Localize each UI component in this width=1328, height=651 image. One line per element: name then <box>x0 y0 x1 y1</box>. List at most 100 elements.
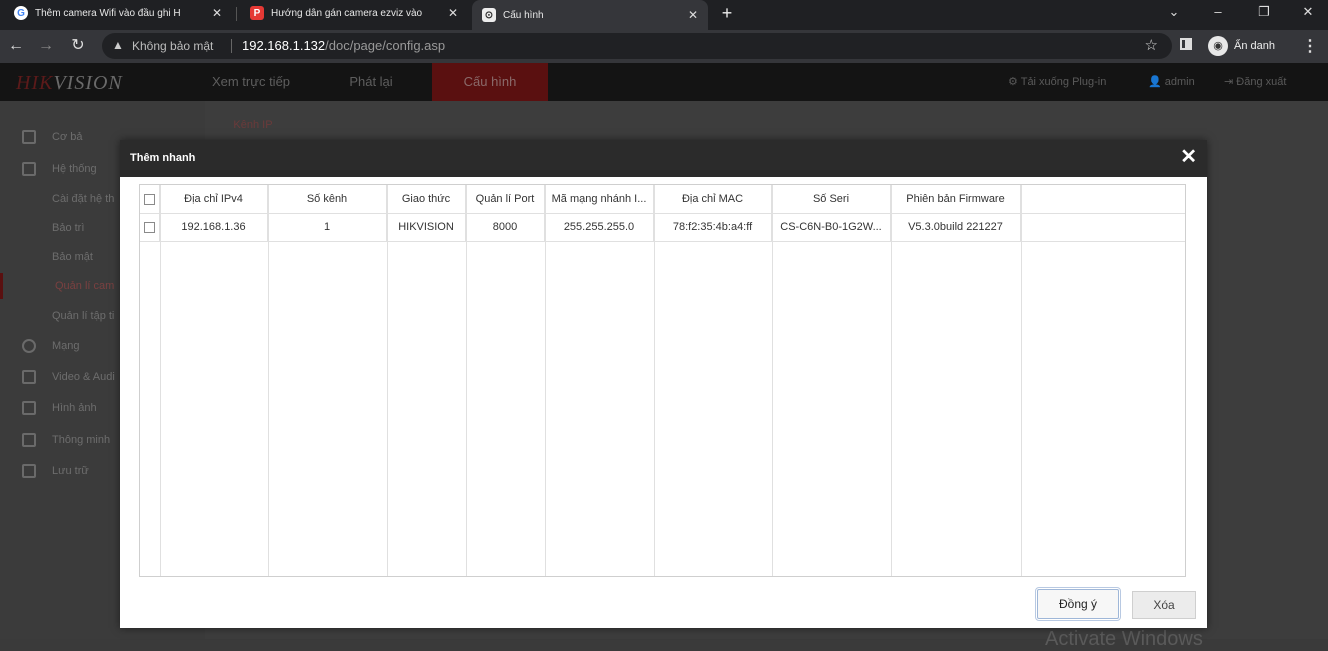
tab-title: Thêm camera Wifi vào đầu ghi H <box>35 7 181 19</box>
cell-empty <box>1021 213 1185 241</box>
column-header[interactable]: Số kênh <box>268 185 387 213</box>
cell-port: 8000 <box>466 213 545 241</box>
sidebar-label: Bảo mật <box>52 251 93 263</box>
cell-subnet-mask: 255.255.255.0 <box>545 213 654 241</box>
hikvision-logo: HIKVISION <box>16 72 123 95</box>
cell-mac: 78:f2:35:4b:a4:ff <box>654 213 772 241</box>
nav-live-view[interactable]: Xem trực tiếp <box>196 63 306 101</box>
forward-arrow-icon[interactable]: → <box>36 36 56 56</box>
tab-title: Cấu hình <box>503 9 544 21</box>
logo-suffix: VISION <box>53 72 123 94</box>
cell-firmware: V5.3.0build 221227 <box>891 213 1021 241</box>
browser-tab-bar: G Thêm camera Wifi vào đầu ghi H ✕ P Hướ… <box>0 0 1328 30</box>
address-bar[interactable]: ▲ Không bảo mật 192.168.1.132/doc/page/c… <box>102 33 1172 59</box>
plugin-icon: ⚙ <box>1008 76 1021 88</box>
activation-watermark: Activate Windows <box>1045 628 1203 650</box>
browser-tab-2[interactable]: P Hướng dẫn gán camera ezviz vào ✕ <box>240 0 468 26</box>
image-icon <box>22 401 36 415</box>
column-header[interactable]: Địa chỉ IPv4 <box>160 185 268 213</box>
restore-icon[interactable]: ❐ <box>1244 0 1284 26</box>
column-divider <box>654 185 655 576</box>
close-icon[interactable]: ✕ <box>1180 147 1197 167</box>
tab-ip-channel[interactable]: Kênh IP <box>218 112 288 142</box>
column-divider <box>772 185 773 576</box>
nav-playback[interactable]: Phát lại <box>326 63 416 101</box>
cell-ipv4: 192.168.1.36 <box>160 213 268 241</box>
table-header-row: Địa chỉ IPv4 Số kênh Giao thức Quản lí P… <box>140 185 1185 214</box>
side-panel-icon[interactable] <box>1180 38 1192 50</box>
sidebar-label: Bảo trì <box>52 222 85 234</box>
sidebar-label: Hình ảnh <box>52 402 97 414</box>
browser-tab-3[interactable]: ⊙ Cấu hình ✕ <box>472 0 708 30</box>
video-icon <box>22 370 36 384</box>
sidebar-label: Lưu trữ <box>52 465 89 477</box>
column-header[interactable]: Quản lí Port <box>466 185 545 213</box>
calendar-icon <box>22 162 36 176</box>
app-header: HIKVISION Xem trực tiếp Phát lại Cấu hìn… <box>0 63 1328 101</box>
row-select-cell <box>140 213 160 241</box>
browser-toolbar: ← → ↻ ▲ Không bảo mật 192.168.1.132/doc/… <box>0 30 1328 63</box>
column-divider <box>387 185 388 576</box>
sidebar-label: Cơ bả <box>52 131 83 143</box>
delete-button[interactable]: Xóa <box>1132 591 1196 619</box>
browser-menu-icon[interactable]: ⋮ <box>1302 36 1318 56</box>
column-header[interactable]: Số Seri <box>772 185 891 213</box>
sidebar-label: Thông minh <box>52 434 111 446</box>
tab-search-icon[interactable]: ⌄ <box>1154 0 1194 26</box>
cell-channel-count: 1 <box>268 213 387 241</box>
dialog-header: Thêm nhanh ✕ <box>120 140 1207 177</box>
sidebar-label: Cài đặt hệ th <box>52 193 115 205</box>
column-header[interactable]: Địa chỉ MAC <box>654 185 772 213</box>
nav-configuration[interactable]: Cấu hình <box>432 63 548 101</box>
close-tab-icon[interactable]: ✕ <box>444 6 462 20</box>
minimize-icon[interactable]: – <box>1198 0 1238 26</box>
new-tab-button[interactable]: + <box>716 2 738 24</box>
bookmark-star-icon[interactable]: ☆ <box>1145 36 1158 54</box>
quick-add-dialog: Thêm nhanh ✕ Địa chỉ IPv4 Số kênh Giao t… <box>120 140 1207 628</box>
tab-divider <box>236 7 237 21</box>
incognito-label: Ẩn danh <box>1234 40 1275 52</box>
column-header[interactable]: Phiên bản Firmware <box>891 185 1021 213</box>
google-icon: G <box>14 6 28 20</box>
back-arrow-icon[interactable]: ← <box>6 36 26 56</box>
incognito-profile-button[interactable]: ◉ Ẩn danh <box>1208 34 1275 58</box>
url-host: 192.168.1.132 <box>242 38 326 53</box>
column-divider <box>268 185 269 576</box>
globe-icon <box>22 339 36 353</box>
page-icon: ⊙ <box>482 8 496 22</box>
column-divider <box>1021 185 1022 576</box>
table-row[interactable]: 192.168.1.36 1 HIKVISION 8000 255.255.25… <box>140 213 1185 242</box>
window-close-icon[interactable]: ✕ <box>1288 0 1328 26</box>
column-header <box>1021 185 1185 213</box>
select-all-checkbox[interactable] <box>144 193 155 205</box>
sidebar-label: Quản lí cam <box>55 280 115 292</box>
cell-serial: CS-C6N-B0-1G2W... <box>772 213 891 241</box>
smart-icon <box>22 433 36 447</box>
url-text[interactable]: 192.168.1.132/doc/page/config.asp <box>242 38 445 53</box>
row-checkbox[interactable] <box>144 221 155 233</box>
logout-icon: ⇥ <box>1224 76 1237 88</box>
reload-icon[interactable]: ↻ <box>68 36 88 56</box>
security-status[interactable]: Không bảo mật <box>132 39 213 53</box>
user-icon: 👤 <box>1148 76 1165 88</box>
close-tab-icon[interactable]: ✕ <box>208 6 226 20</box>
user-menu[interactable]: 👤 admin <box>1148 63 1195 101</box>
ok-button[interactable]: Đồng ý <box>1035 587 1121 621</box>
column-header[interactable]: Mã mạng nhánh I... <box>545 185 654 213</box>
sidebar-label: Mạng <box>52 340 80 352</box>
tab-title: Hướng dẫn gán camera ezviz vào <box>271 7 423 19</box>
browser-tab-1[interactable]: G Thêm camera Wifi vào đầu ghi H ✕ <box>4 0 232 26</box>
warning-icon: ▲ <box>112 38 124 52</box>
sidebar-label: Video & Audi <box>52 371 115 383</box>
cell-protocol: HIKVISION <box>387 213 466 241</box>
user-label: admin <box>1164 76 1195 88</box>
close-tab-icon[interactable]: ✕ <box>684 8 702 22</box>
column-header[interactable]: Giao thức <box>387 185 466 213</box>
logo-prefix: HIK <box>16 72 54 94</box>
column-divider <box>160 185 161 576</box>
storage-icon <box>22 464 36 478</box>
download-plugin-link[interactable]: ⚙ Tải xuống Plug-in <box>1008 63 1106 101</box>
logout-link[interactable]: ⇥ Đăng xuất <box>1224 63 1286 101</box>
column-divider <box>466 185 467 576</box>
incognito-icon: ◉ <box>1208 36 1228 56</box>
